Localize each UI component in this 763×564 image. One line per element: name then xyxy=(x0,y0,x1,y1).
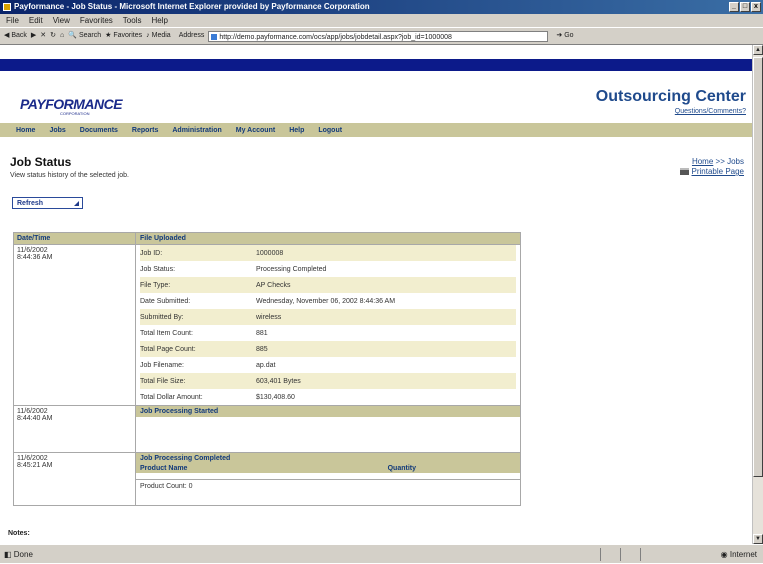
ie-icon xyxy=(3,3,11,11)
date-submitted-value: Wednesday, November 06, 2002 8:44:36 AM xyxy=(256,297,396,305)
payformance-logo: PAYFORMANCE CORPORATION xyxy=(20,96,123,116)
questions-link[interactable]: Questions/Comments? xyxy=(675,108,746,115)
menu-favorites[interactable]: Favorites xyxy=(80,14,113,27)
status-bar: ◧ Done ◉ Internet xyxy=(0,544,763,563)
menu-tools[interactable]: Tools xyxy=(123,14,142,27)
address-label: Address xyxy=(178,32,205,39)
window-titlebar: Payformance - Job Status - Microsoft Int… xyxy=(0,0,763,14)
page-content: PAYFORMANCE CORPORATION Outsourcing Cent… xyxy=(0,45,752,544)
job-status-value: Processing Completed xyxy=(256,265,327,273)
table-row: 11/6/2002 8:44:36 AM Job ID: 1000008 Job … xyxy=(14,245,520,406)
home-browser-button[interactable]: ⌂ xyxy=(60,28,64,44)
job-filename-value: ap.dat xyxy=(256,361,276,369)
event-title: Job Processing Completed xyxy=(136,453,520,464)
product-count: Product Count: 0 xyxy=(136,479,520,490)
address-input[interactable]: http://demo.payformance.com/ocs/app/jobs… xyxy=(208,30,549,42)
maximize-button[interactable]: □ xyxy=(740,2,750,12)
job-status-table: Date/Time File Uploaded 11/6/2002 8:44:3… xyxy=(13,232,521,506)
nav-reports[interactable]: Reports xyxy=(132,127,158,134)
nav-help[interactable]: Help xyxy=(289,127,304,134)
menu-bar: File Edit View Favorites Tools Help xyxy=(0,14,763,27)
submitted-by-value: wireless xyxy=(256,313,282,321)
status-divider xyxy=(620,548,621,561)
refresh-browser-button[interactable]: ↻ xyxy=(50,28,56,44)
favorites-button[interactable]: ★ Favorites xyxy=(105,28,142,44)
minimize-button[interactable]: _ xyxy=(729,2,739,12)
column-header-date: Date/Time xyxy=(14,233,136,244)
search-button[interactable]: 🔍 Search xyxy=(68,28,101,44)
nav-home[interactable]: Home xyxy=(16,127,35,134)
back-button[interactable]: ◀ Back xyxy=(4,28,27,44)
product-name-header: Product Name xyxy=(140,465,188,472)
row-date: 11/6/2002 xyxy=(17,408,48,415)
nav-documents[interactable]: Documents xyxy=(80,127,118,134)
page-count-value: 885 xyxy=(256,345,268,353)
scroll-down-icon[interactable]: ▼ xyxy=(753,534,763,544)
breadcrumb-jobs: Jobs xyxy=(727,157,744,166)
page-done-icon: ◧ xyxy=(4,550,14,559)
globe-icon: ◉ xyxy=(720,550,730,559)
table-row: 11/6/2002 8:45:21 AM Job Processing Comp… xyxy=(14,453,520,505)
status-divider xyxy=(600,548,601,561)
refresh-button[interactable]: Refresh xyxy=(12,197,83,209)
nav-administration[interactable]: Administration xyxy=(172,127,221,134)
event-title: Job Processing Started xyxy=(136,406,520,417)
vertical-scrollbar[interactable]: ▲ ▼ xyxy=(752,45,763,544)
dollar-amount-value: $130,408.60 xyxy=(256,393,295,401)
brand-band xyxy=(0,59,752,71)
table-row: 11/6/2002 8:44:40 AM Job Processing Star… xyxy=(14,406,520,453)
row-time: 8:45:21 AM xyxy=(17,462,53,469)
menu-help[interactable]: Help xyxy=(151,14,167,27)
page-subtitle: View status history of the selected job. xyxy=(10,172,129,179)
main-nav: Home Jobs Documents Reports Administrati… xyxy=(0,123,752,137)
job-id-value: 1000008 xyxy=(256,249,284,257)
go-button[interactable]: ➜ Go xyxy=(556,28,573,44)
scroll-up-icon[interactable]: ▲ xyxy=(753,45,763,55)
row-time: 8:44:36 AM xyxy=(17,254,53,261)
printer-icon xyxy=(679,168,689,176)
toolbar: ◀ Back ▶ ✕ ↻ ⌂ 🔍 Search ★ Favorites ♪ Me… xyxy=(0,27,763,45)
close-button[interactable]: x xyxy=(751,2,761,12)
page-title: Job Status xyxy=(10,155,72,169)
breadcrumb-home[interactable]: Home xyxy=(692,157,713,166)
menu-view[interactable]: View xyxy=(53,14,70,27)
nav-logout[interactable]: Logout xyxy=(318,127,342,134)
stop-button[interactable]: ✕ xyxy=(40,28,46,44)
menu-file[interactable]: File xyxy=(6,14,19,27)
row-time: 8:44:40 AM xyxy=(17,415,53,422)
file-type-value: AP Checks xyxy=(256,281,291,289)
status-divider xyxy=(640,548,641,561)
nav-jobs[interactable]: Jobs xyxy=(49,127,65,134)
zone-indicator: ◉ Internet xyxy=(720,550,757,559)
row-date: 11/6/2002 xyxy=(17,247,48,254)
nav-my-account[interactable]: My Account xyxy=(236,127,275,134)
dropdown-corner-icon xyxy=(74,201,79,206)
site-title: Outsourcing Center xyxy=(595,88,746,105)
printable-page-link[interactable]: Printable Page xyxy=(679,167,744,176)
menu-edit[interactable]: Edit xyxy=(29,14,43,27)
row-date: 11/6/2002 xyxy=(17,455,48,462)
breadcrumb: Home >> Jobs xyxy=(691,157,744,166)
event-title: File Uploaded xyxy=(136,233,520,244)
item-count-value: 881 xyxy=(256,329,268,337)
forward-button[interactable]: ▶ xyxy=(31,28,36,44)
file-size-value: 603,401 Bytes xyxy=(256,377,301,385)
media-button[interactable]: ♪ Media xyxy=(146,28,171,44)
quantity-header: Quantity xyxy=(387,465,416,472)
status-text: Done xyxy=(13,550,33,559)
page-icon xyxy=(211,33,218,40)
window-title: Payformance - Job Status - Microsoft Int… xyxy=(14,2,370,11)
scroll-thumb[interactable] xyxy=(753,57,763,477)
notes-label: Notes: xyxy=(8,530,30,537)
